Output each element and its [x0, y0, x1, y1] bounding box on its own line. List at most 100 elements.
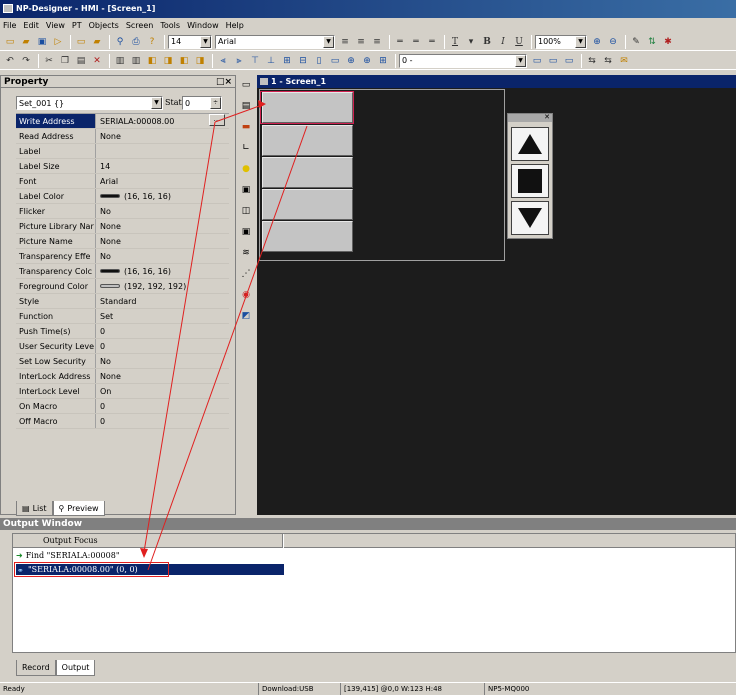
- menu-tools[interactable]: Tools: [160, 21, 180, 30]
- dropdown-arrow-icon[interactable]: ▾: [464, 35, 478, 49]
- forward-icon[interactable]: ◧: [177, 54, 191, 68]
- output-list[interactable]: Output Focus ➜ Find "SERIALA:00008" ⚭ "SER…: [12, 533, 736, 653]
- zoom-select[interactable]: 100% ▼: [535, 34, 587, 49]
- panel-close-icon[interactable]: □×: [216, 76, 232, 88]
- bring-front-icon[interactable]: ◧: [145, 54, 159, 68]
- property-value[interactable]: [96, 144, 229, 158]
- property-value[interactable]: Arial: [96, 174, 229, 188]
- print-icon[interactable]: ⎙: [129, 35, 143, 49]
- send-back-icon[interactable]: ◨: [161, 54, 175, 68]
- pen-icon[interactable]: ✎: [629, 35, 643, 49]
- property-row[interactable]: Function Set: [16, 309, 229, 324]
- property-row[interactable]: Picture Library Nar None: [16, 219, 229, 234]
- undo-icon[interactable]: ↶: [3, 54, 17, 68]
- menu-screen[interactable]: Screen: [126, 21, 154, 30]
- browse-button[interactable]: ...: [209, 114, 225, 126]
- space-v-icon[interactable]: ⊕: [360, 54, 374, 68]
- property-row[interactable]: Foreground Color (192, 192, 192): [16, 279, 229, 294]
- alarm-icon[interactable]: ◫: [239, 204, 253, 218]
- button-object[interactable]: [262, 189, 353, 220]
- output-column-header[interactable]: Output Focus: [13, 534, 283, 548]
- menu-window[interactable]: Window: [187, 21, 219, 30]
- space-h-icon[interactable]: ⊕: [344, 54, 358, 68]
- button-object[interactable]: [262, 221, 353, 252]
- new-screen-icon[interactable]: ▭: [74, 35, 88, 49]
- property-value[interactable]: (16, 16, 16): [96, 189, 229, 203]
- object-select[interactable]: Set_001 {} ▼: [16, 96, 163, 110]
- open-screen-icon[interactable]: ▰: [90, 35, 104, 49]
- font-name-select[interactable]: Arial ▼: [215, 34, 335, 49]
- circle-icon[interactable]: ●: [239, 162, 253, 176]
- button-object[interactable]: [262, 125, 353, 156]
- italic-button[interactable]: I: [496, 35, 510, 49]
- import-icon[interactable]: ⇆: [585, 54, 599, 68]
- align-objects-left-icon[interactable]: ⫷: [216, 54, 230, 68]
- numeric-icon[interactable]: ▣: [239, 183, 253, 197]
- transfer-icon[interactable]: ⇅: [645, 35, 659, 49]
- property-row[interactable]: InterLock Level On: [16, 384, 229, 399]
- close-icon[interactable]: ✕: [544, 113, 550, 121]
- spinner-arrows-icon[interactable]: ÷: [210, 97, 221, 109]
- zoom-out-icon[interactable]: ⊖: [606, 35, 620, 49]
- property-value[interactable]: Standard: [96, 294, 229, 308]
- align-center-icon[interactable]: ≡: [354, 35, 368, 49]
- paste-icon[interactable]: ▤: [74, 54, 88, 68]
- center-v-icon[interactable]: ⊟: [296, 54, 310, 68]
- property-row[interactable]: Flicker No: [16, 204, 229, 219]
- on-state-icon[interactable]: ▭: [530, 54, 544, 68]
- property-row[interactable]: Off Macro 0: [16, 414, 229, 429]
- grid-icon[interactable]: ⊞: [376, 54, 390, 68]
- cut-icon[interactable]: ✂: [42, 54, 56, 68]
- group-icon[interactable]: ▥: [113, 54, 127, 68]
- selection-box[interactable]: [260, 91, 354, 124]
- property-value[interactable]: None: [96, 234, 229, 248]
- align-objects-right-icon[interactable]: ⫸: [232, 54, 246, 68]
- help-icon[interactable]: ?: [145, 35, 159, 49]
- valign-middle-icon[interactable]: ═: [409, 35, 423, 49]
- backward-icon[interactable]: ◨: [193, 54, 207, 68]
- property-row[interactable]: Read Address None: [16, 129, 229, 144]
- property-row[interactable]: Picture Name None: [16, 234, 229, 249]
- menu-view[interactable]: View: [46, 21, 65, 30]
- property-value[interactable]: No: [96, 249, 229, 263]
- tab-list[interactable]: ▤ List: [16, 501, 53, 516]
- property-value[interactable]: No: [96, 354, 229, 368]
- menu-objects[interactable]: Objects: [89, 21, 119, 30]
- font-size-select[interactable]: 14 ▼: [168, 34, 212, 49]
- delete-icon[interactable]: ✕: [90, 54, 104, 68]
- property-row[interactable]: User Security Leve 0: [16, 339, 229, 354]
- property-value[interactable]: None: [96, 369, 229, 383]
- output-find-line[interactable]: ➜ Find "SERIALA:00008": [16, 551, 120, 560]
- select-pointer-icon[interactable]: ▭: [239, 78, 253, 92]
- align-right-icon[interactable]: ≡: [370, 35, 384, 49]
- settings-icon[interactable]: ✱: [661, 35, 675, 49]
- property-value[interactable]: 0: [96, 339, 229, 353]
- picture-icon[interactable]: ◩: [239, 309, 253, 323]
- same-height-icon[interactable]: ▭: [328, 54, 342, 68]
- abr-icon[interactable]: ▭: [562, 54, 576, 68]
- graph-icon[interactable]: ≋: [239, 246, 253, 260]
- align-objects-top-icon[interactable]: ⊤: [248, 54, 262, 68]
- trend-icon[interactable]: ⋰: [239, 267, 253, 281]
- screen-editor[interactable]: 1 - Screen_1 ✕: [257, 75, 736, 515]
- export-icon[interactable]: ▷: [51, 35, 65, 49]
- tab-output[interactable]: Output: [55, 660, 96, 676]
- tab-preview[interactable]: ⚲ Preview: [52, 501, 105, 516]
- underline-button[interactable]: U: [512, 35, 526, 49]
- line-icon[interactable]: ∟: [239, 141, 253, 155]
- find-icon[interactable]: ⚲: [113, 35, 127, 49]
- align-objects-bottom-icon[interactable]: ⊥: [264, 54, 278, 68]
- lamp-icon[interactable]: ▬: [239, 120, 253, 134]
- new-icon[interactable]: ▭: [3, 35, 17, 49]
- property-value[interactable]: 0: [96, 399, 229, 413]
- zoom-in-icon[interactable]: ⊕: [590, 35, 604, 49]
- property-row[interactable]: InterLock Address None: [16, 369, 229, 384]
- save-icon[interactable]: ▣: [35, 35, 49, 49]
- off-state-icon[interactable]: ▭: [546, 54, 560, 68]
- state-select[interactable]: 0 - ▼: [399, 53, 527, 68]
- mail-icon[interactable]: ✉: [617, 54, 631, 68]
- tab-record[interactable]: Record: [16, 660, 56, 676]
- up-arrow-button[interactable]: [511, 127, 549, 161]
- property-row[interactable]: Label Size 14: [16, 159, 229, 174]
- property-value[interactable]: 0: [96, 414, 229, 428]
